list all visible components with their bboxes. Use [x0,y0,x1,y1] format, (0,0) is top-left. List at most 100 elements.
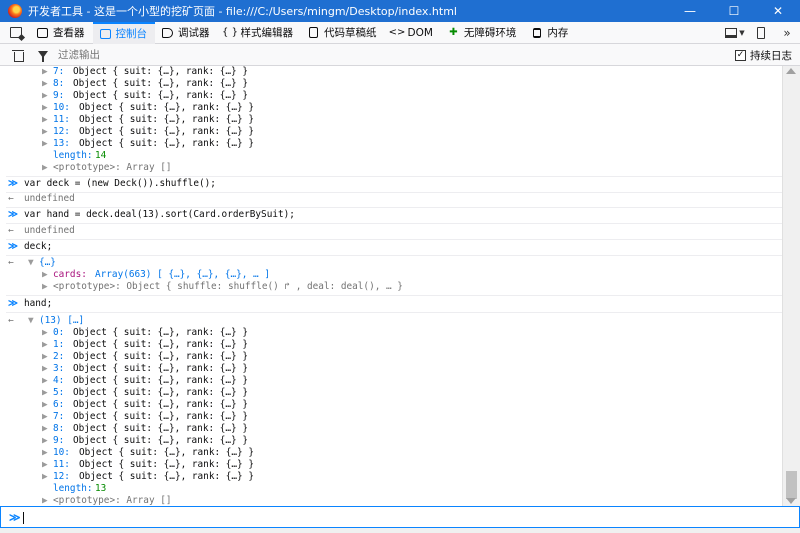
item-value: Object { suit: {…}, rank: {…} } [79,138,254,149]
tab-inspector-label: 查看器 [53,27,85,39]
prototype-row[interactable]: ▶ <prototype>: Array [] [6,495,782,506]
expand-arrow-icon[interactable]: ▶ [42,387,48,399]
expand-arrow-icon[interactable]: ▶ [42,90,48,102]
prototype-row[interactable]: ▶ <prototype>: Array [] [6,162,782,174]
command-text: var deck = (new Deck()).shuffle(); [24,178,216,189]
list-item[interactable]: ▶ 11: Object { suit: {…}, rank: {…} } [6,459,782,471]
prototype-row[interactable]: ▶ <prototype>: Object { shuffle: shuffle… [6,281,782,293]
expand-arrow-icon[interactable]: ▶ [42,102,48,114]
console-result-row[interactable]: ← ▼ (13) […] [6,315,782,327]
list-item[interactable]: ▶ 9: Object { suit: {…}, rank: {…} } [6,435,782,447]
list-item[interactable]: ▶ 12: Object { suit: {…}, rank: {…} } [6,471,782,483]
collapse-arrow-icon[interactable]: ▼ [28,257,34,269]
list-item[interactable]: ▶ 7: Object { suit: {…}, rank: {…} } [6,411,782,423]
result-arrow-icon: ← [8,193,14,204]
tab-style-editor[interactable]: { } 样式编辑器 [218,22,302,44]
console-input-row[interactable]: ≫ deck; [6,241,782,253]
tab-scratchpad[interactable]: 代码草稿纸 [301,22,385,44]
item-index: 8 [53,78,59,89]
filter-output-input[interactable] [58,48,458,61]
minimize-button[interactable]: — [668,0,712,22]
console-filter-bar: ✓ 持续日志 [0,44,800,66]
close-button[interactable]: ✕ [756,0,800,22]
list-item[interactable]: ▶ 0: Object { suit: {…}, rank: {…} } [6,327,782,339]
expand-arrow-icon[interactable]: ▶ [42,435,48,447]
maximize-button[interactable]: ☐ [712,0,756,22]
list-item[interactable]: ▶ 12: Object { suit: {…}, rank: {…} } [6,126,782,138]
list-item[interactable]: ▶ 9: Object { suit: {…}, rank: {…} } [6,90,782,102]
list-item[interactable]: ▶ 8: Object { suit: {…}, rank: {…} } [6,423,782,435]
list-item[interactable]: ▶ 1: Object { suit: {…}, rank: {…} } [6,339,782,351]
expand-arrow-icon[interactable]: ▶ [42,114,48,126]
persist-logs-toggle[interactable]: ✓ 持续日志 [735,48,792,63]
tab-accessibility[interactable]: ✚ 无障碍环境 [441,22,525,44]
tab-dom[interactable]: <> DOM [385,22,441,44]
list-item[interactable]: ▶ 8: Object { suit: {…}, rank: {…} } [6,78,782,90]
element-picker-button[interactable] [0,22,30,44]
expand-arrow-icon[interactable]: ▶ [42,375,48,387]
list-item[interactable]: ▶ 7: Object { suit: {…}, rank: {…} } [6,66,782,78]
responsive-design-button[interactable] [748,22,774,44]
command-text: deck; [24,241,53,252]
list-item[interactable]: ▶ 11: Object { suit: {…}, rank: {…} } [6,114,782,126]
list-item[interactable]: ▶ 5: Object { suit: {…}, rank: {…} } [6,387,782,399]
window-controls: — ☐ ✕ [668,0,800,22]
console-input-row[interactable]: ≫ var deck = (new Deck()).shuffle(); [6,178,782,190]
expand-arrow-icon[interactable]: ▶ [42,138,48,150]
prototype-value: <prototype>: Object { shuffle: shuffle()… [53,281,403,292]
tab-memory[interactable]: 内存 [524,22,576,44]
more-menu-button[interactable]: » [774,22,800,44]
list-item[interactable]: ▶ 4: Object { suit: {…}, rank: {…} } [6,375,782,387]
expand-arrow-icon[interactable]: ▶ [42,471,48,483]
expand-arrow-icon[interactable]: ▶ [42,327,48,339]
clear-console-icon[interactable] [12,49,24,62]
divider [6,207,782,208]
expand-arrow-icon[interactable]: ▶ [42,126,48,138]
expand-arrow-icon[interactable]: ▶ [42,423,48,435]
expand-arrow-icon[interactable]: ▶ [42,66,48,78]
console-input[interactable]: ≫ [0,506,800,528]
console-scrollbar[interactable] [782,66,800,506]
list-item[interactable]: ▶ 3: Object { suit: {…}, rank: {…} } [6,363,782,375]
device-icon [757,27,765,39]
scroll-up-icon[interactable] [786,68,796,74]
dock-options-button[interactable]: ▼ [722,22,748,44]
collapse-arrow-icon[interactable]: ▼ [28,315,34,327]
scroll-down-icon[interactable] [786,498,796,504]
list-item[interactable]: ▶ 13: Object { suit: {…}, rank: {…} } [6,138,782,150]
expand-arrow-icon[interactable]: ▶ [42,162,48,174]
list-item[interactable]: ▶ 10: Object { suit: {…}, rank: {…} } [6,447,782,459]
expand-arrow-icon[interactable]: ▶ [42,363,48,375]
item-value: Object { suit: {…}, rank: {…} } [73,411,248,422]
expand-arrow-icon[interactable]: ▶ [42,281,48,293]
tab-inspector[interactable]: 查看器 [30,22,93,44]
expand-arrow-icon[interactable]: ▶ [42,339,48,351]
item-value: Object { suit: {…}, rank: {…} } [79,102,254,113]
expand-arrow-icon[interactable]: ▶ [42,495,48,506]
scroll-thumb[interactable] [786,471,797,499]
expand-arrow-icon[interactable]: ▶ [42,351,48,363]
console-result-row[interactable]: ← ▼ {…} [6,257,782,269]
result-arrow-icon: ← [8,315,14,326]
list-item[interactable]: ▶ 2: Object { suit: {…}, rank: {…} } [6,351,782,363]
tab-debugger[interactable]: 调试器 [155,22,218,44]
expand-arrow-icon[interactable]: ▶ [42,411,48,423]
item-value: Object { suit: {…}, rank: {…} } [73,399,248,410]
title-bar[interactable]: 开发者工具 - 这是一个小型的挖矿页面 - file:///C:/Users/m… [0,0,800,22]
command-text: var hand = deck.deal(13).sort(Card.order… [24,209,295,220]
list-item[interactable]: ▶ 6: Object { suit: {…}, rank: {…} } [6,399,782,411]
expand-arrow-icon[interactable]: ▶ [42,78,48,90]
object-property-row[interactable]: ▶ cards: Array(663) [ {…}, {…}, {…}, … ] [6,269,782,281]
divider [6,239,782,240]
persist-logs-label: 持续日志 [750,50,792,62]
persist-logs-checkbox[interactable]: ✓ [735,50,746,61]
list-item[interactable]: ▶ 10: Object { suit: {…}, rank: {…} } [6,102,782,114]
expand-arrow-icon[interactable]: ▶ [42,399,48,411]
console-input-row[interactable]: ≫ var hand = deck.deal(13).sort(Card.ord… [6,209,782,221]
tab-console[interactable]: 控制台 [92,21,155,44]
expand-arrow-icon[interactable]: ▶ [42,447,48,459]
tab-console-label: 控制台 [115,28,148,40]
console-input-row[interactable]: ≫ hand; [6,298,782,310]
expand-arrow-icon[interactable]: ▶ [42,269,48,281]
expand-arrow-icon[interactable]: ▶ [42,459,48,471]
